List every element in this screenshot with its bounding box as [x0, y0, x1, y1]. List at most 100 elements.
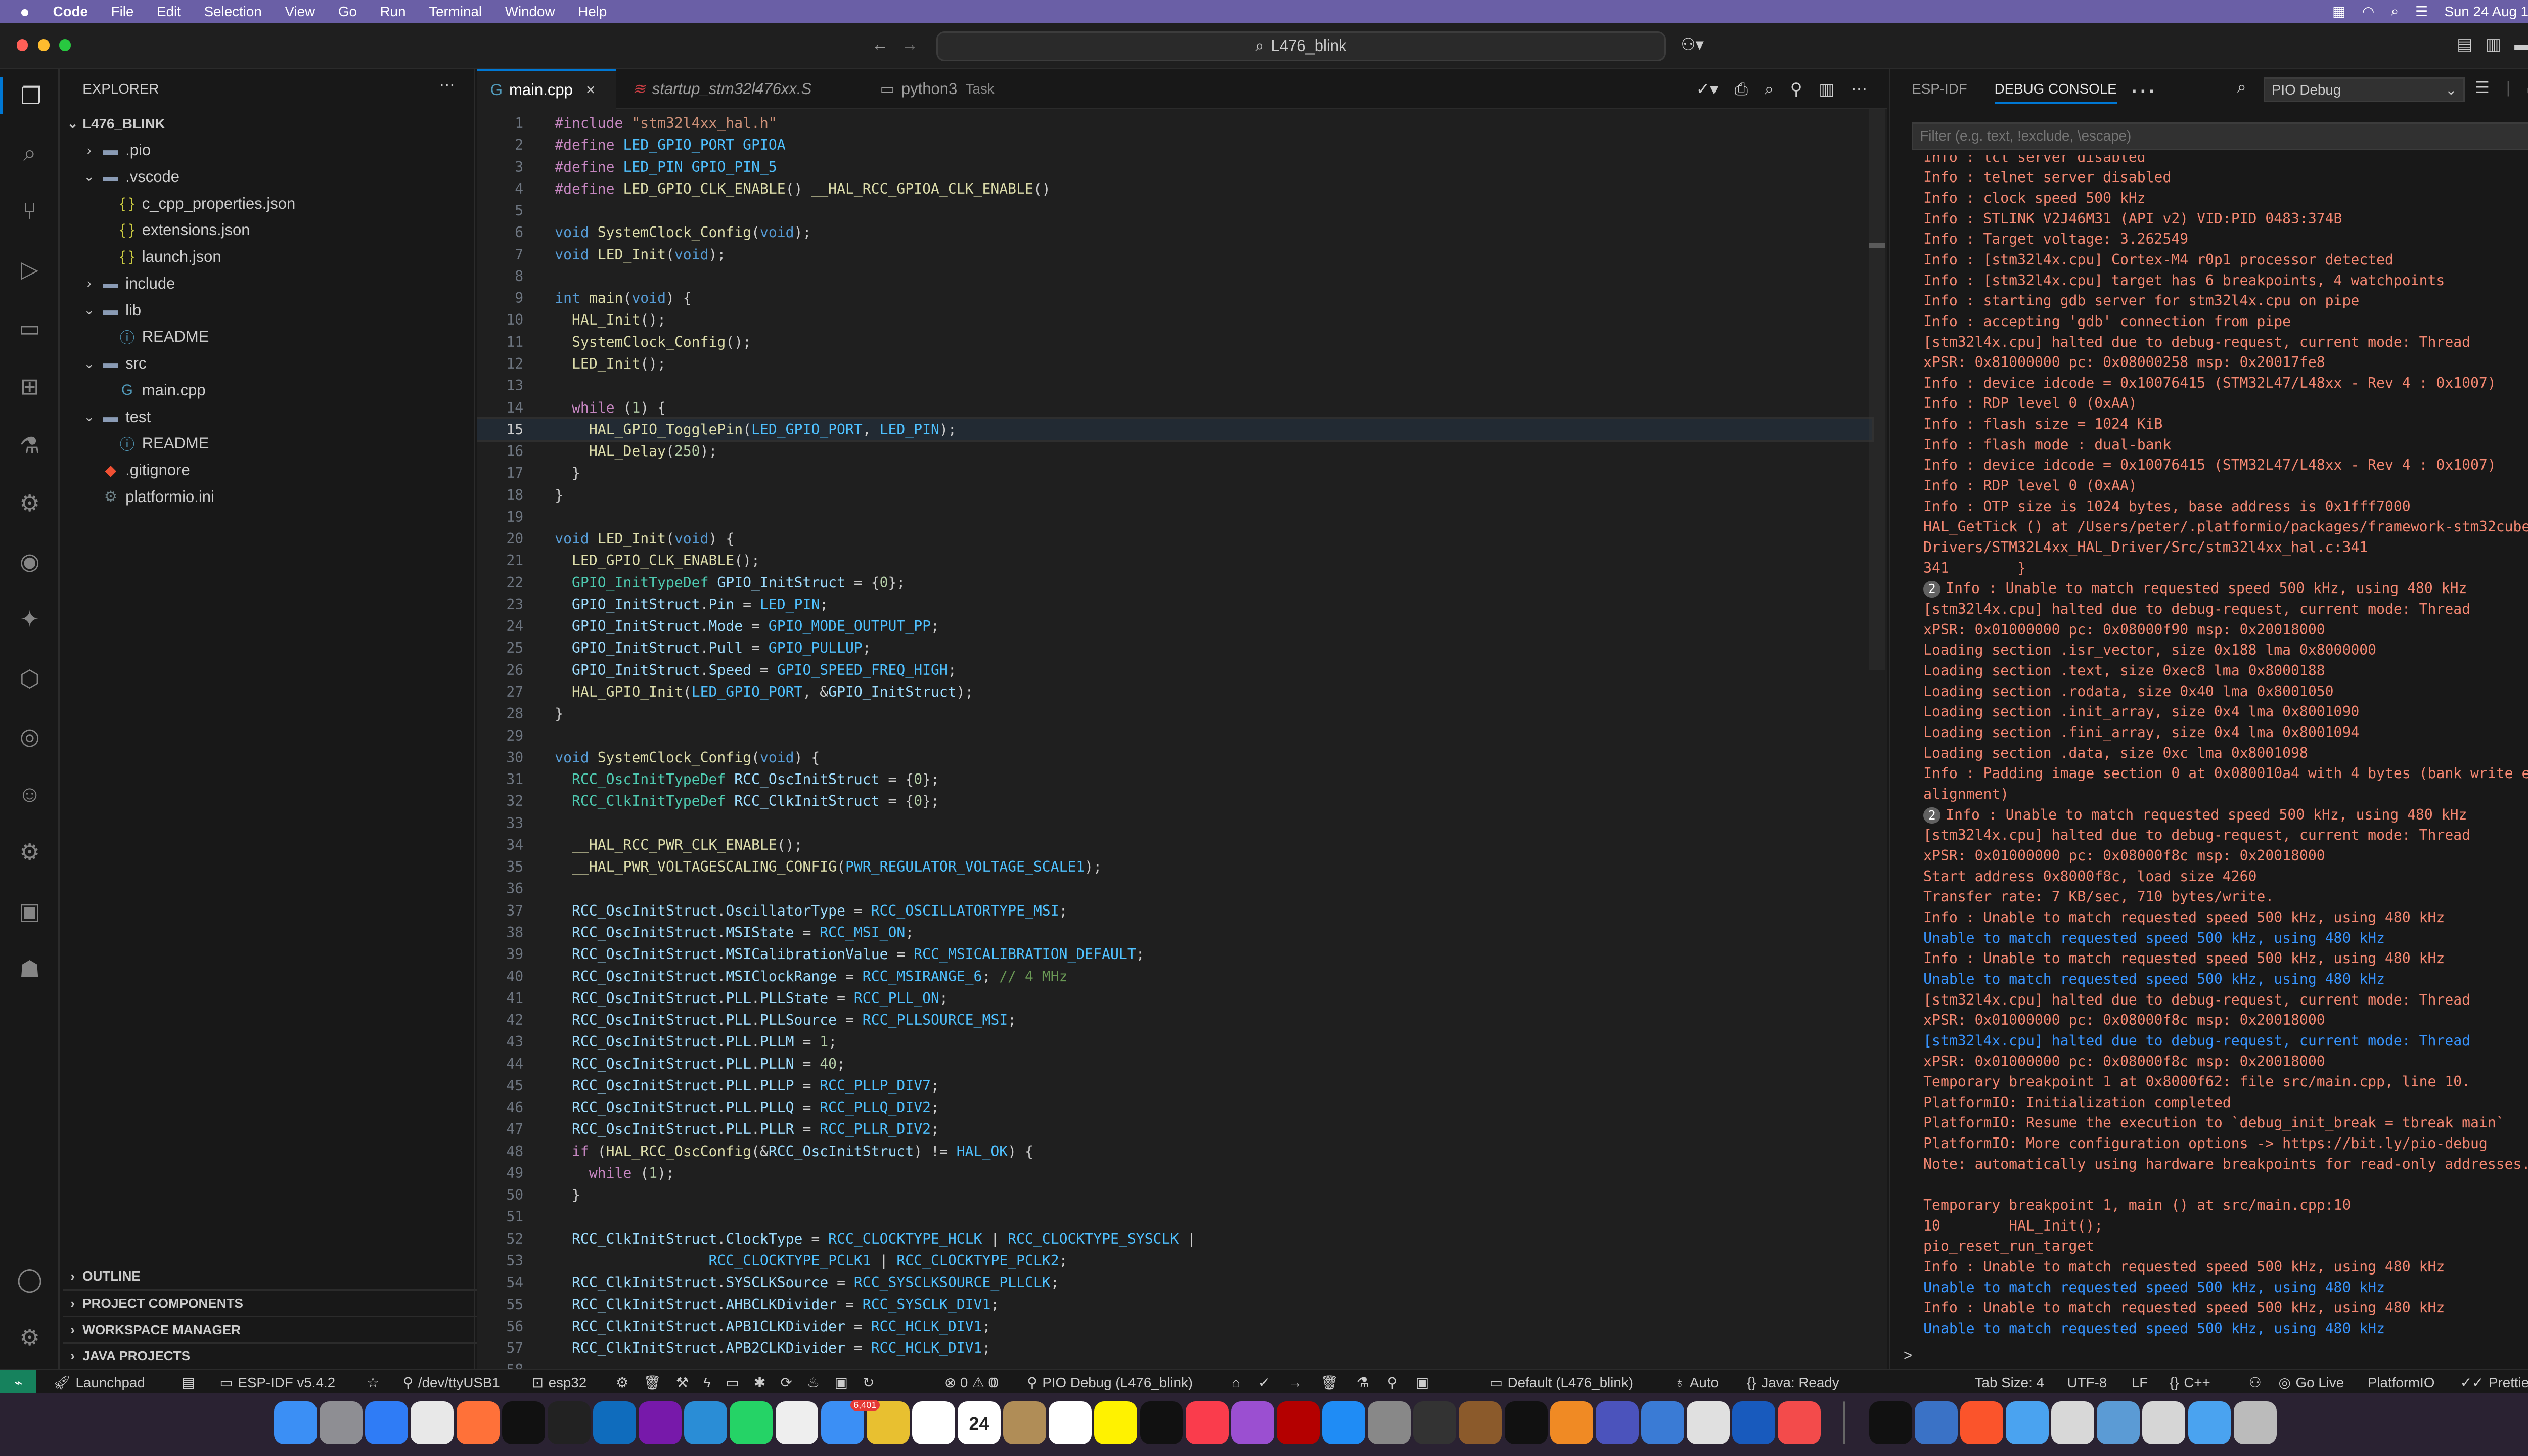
- split-editor-icon[interactable]: ▥: [1819, 79, 1834, 99]
- status-debug-config[interactable]: ⚲ PIO Debug (L476_blink): [1027, 1370, 1193, 1395]
- espressif-icon[interactable]: ✦: [12, 601, 48, 638]
- code-line[interactable]: 35 __HAL_PWR_VOLTAGESCALING_CONFIG(PWR_R…: [477, 856, 1872, 878]
- dock-chrome-icon[interactable]: [411, 1401, 454, 1445]
- command-center-search[interactable]: ⌕ L476_blink: [936, 31, 1666, 61]
- panel-tab-esp-idf[interactable]: ESP-IDF: [1912, 81, 1967, 97]
- status-auto[interactable]: ♁ Auto: [1674, 1370, 1719, 1395]
- panel-tab-debug-console[interactable]: DEBUG CONSOLE: [1994, 81, 2117, 104]
- panel-more-icon[interactable]: ⋯: [2130, 76, 2156, 106]
- tree-item[interactable]: { } launch.json: [96, 244, 221, 270]
- toggle-left-panel-icon[interactable]: ▥: [2486, 35, 2501, 54]
- code-line[interactable]: 47 RCC_OscInitStruct.PLL.PLLR = RCC_PLLR…: [477, 1118, 1872, 1140]
- toggle-sidebar-icon[interactable]: ▤: [2457, 35, 2472, 54]
- tree-item[interactable]: { } extensions.json: [96, 217, 250, 243]
- status-tasks[interactable]: ▤: [182, 1370, 195, 1395]
- tree-item[interactable]: ⌄ ▬ .vscode: [79, 164, 179, 190]
- menu-terminal[interactable]: Terminal: [429, 4, 482, 20]
- code-line[interactable]: 21 LED_GPIO_CLK_ENABLE();: [477, 550, 1872, 571]
- code-line[interactable]: 52 RCC_ClkInitStruct.ClockType = RCC_CLO…: [477, 1228, 1872, 1250]
- code-line[interactable]: 55 RCC_ClkInitStruct.AHBCLKDivider = RCC…: [477, 1294, 1872, 1315]
- close-window-button[interactable]: [16, 39, 28, 52]
- dock-firefox-icon[interactable]: [456, 1401, 500, 1445]
- copilot-icon[interactable]: ⚇▾: [1681, 35, 1704, 54]
- menu-run[interactable]: Run: [380, 4, 406, 20]
- code-line[interactable]: 37 RCC_OscInitStruct.OscillatorType = RC…: [477, 900, 1872, 922]
- status-encoding[interactable]: UTF-8: [2067, 1370, 2107, 1395]
- code-line[interactable]: 3 #define LED_PIN GPIO_PIN_5: [477, 156, 1872, 178]
- tree-item[interactable]: ⓘ README: [96, 324, 209, 350]
- code-line[interactable]: 31 RCC_OscInitTypeDef RCC_OscInitStruct …: [477, 768, 1872, 790]
- account-icon[interactable]: ◯: [12, 1261, 48, 1298]
- code-line[interactable]: 20 void LED_Init(void) {: [477, 528, 1872, 550]
- code-line[interactable]: 33: [477, 812, 1872, 834]
- code-line[interactable]: 9 int main(void) {: [477, 287, 1872, 309]
- dock-pictures-icon[interactable]: [2188, 1401, 2231, 1445]
- menu-help[interactable]: Help: [578, 4, 607, 20]
- status-go-live[interactable]: ◎ Go Live: [2279, 1370, 2344, 1395]
- dock-brown-app-icon[interactable]: [1459, 1401, 1502, 1445]
- wireless-icon[interactable]: ◎: [12, 718, 48, 755]
- dock-file-manager-icon[interactable]: [1641, 1401, 1684, 1445]
- editor-more-icon[interactable]: ⋯: [1851, 79, 1868, 99]
- section-project-components[interactable]: › PROJECT COMPONENTS: [63, 1289, 479, 1315]
- search-activity-icon[interactable]: ⌕: [12, 135, 48, 172]
- app-menu[interactable]: Code: [53, 4, 88, 20]
- code-line[interactable]: 48 if (HAL_RCC_OscConfig(&RCC_OscInitStr…: [477, 1141, 1872, 1162]
- code-line[interactable]: 36: [477, 878, 1872, 899]
- dock-activity-monitor-icon[interactable]: [1413, 1401, 1457, 1445]
- components-icon[interactable]: ⚙: [12, 834, 48, 870]
- code-line[interactable]: 8: [477, 265, 1872, 287]
- code-area[interactable]: 1 #include "stm32l4xx_hal.h" 2 #define LED_…: [477, 109, 1887, 1369]
- dock-ghost-icon[interactable]: [1504, 1401, 1548, 1445]
- platformio-icon[interactable]: ☗: [12, 951, 48, 987]
- code-line[interactable]: 11 SystemClock_Config();: [477, 331, 1872, 353]
- code-line[interactable]: 50 }: [477, 1184, 1872, 1206]
- section-outline[interactable]: › OUTLINE: [63, 1263, 141, 1289]
- tree-item[interactable]: ⓘ README: [96, 430, 209, 457]
- console-output[interactable]: Info : tcl server disabled Info : telnet …: [1890, 155, 2528, 1341]
- status-env[interactable]: ▭ Default (L476_blink): [1489, 1370, 1633, 1395]
- dock-teams-icon[interactable]: [1595, 1401, 1639, 1445]
- code-line[interactable]: 2 #define LED_GPIO_PORT GPIOA: [477, 134, 1872, 156]
- menu-selection[interactable]: Selection: [204, 4, 262, 20]
- code-line[interactable]: 7 void LED_Init(void);: [477, 244, 1872, 265]
- dock-music-icon[interactable]: [1185, 1401, 1229, 1445]
- extensions-icon[interactable]: ⊞: [12, 368, 48, 404]
- menu-edit[interactable]: Edit: [157, 4, 181, 20]
- code-line[interactable]: 30 void SystemClock_Config(void) {: [477, 747, 1872, 768]
- code-line[interactable]: 28}: [477, 703, 1872, 724]
- code-line[interactable]: 16 HAL_Delay(250);: [477, 440, 1872, 462]
- dock-python-icon[interactable]: [1914, 1401, 1958, 1445]
- dock-notes-icon[interactable]: [1094, 1401, 1138, 1445]
- section-workspace-manager[interactable]: › WORKSPACE MANAGER: [63, 1315, 479, 1342]
- code-line[interactable]: 24 GPIO_InitStruct.Mode = GPIO_MODE_OUTP…: [477, 615, 1872, 637]
- clear-console-icon[interactable]: ☰: [2475, 78, 2490, 97]
- filter-icon[interactable]: ⌕: [2237, 77, 2246, 97]
- menu-go[interactable]: Go: [338, 4, 357, 20]
- code-line[interactable]: 56 RCC_ClkInitStruct.APB1CLKDivider = RC…: [477, 1315, 1872, 1337]
- status-eol[interactable]: LF: [2132, 1370, 2148, 1395]
- code-line[interactable]: 46 RCC_OscInitStruct.PLL.PLLQ = RCC_PLLQ…: [477, 1097, 1872, 1118]
- tree-item[interactable]: Gmain.cpp: [96, 377, 206, 403]
- code-line[interactable]: 27 HAL_GPIO_Init(LED_GPIO_PORT, &GPIO_In…: [477, 681, 1872, 703]
- dock-brave-icon[interactable]: [1960, 1401, 2003, 1445]
- code-line[interactable]: 51: [477, 1206, 1872, 1227]
- code-line[interactable]: 6 void SystemClock_Config(void);: [477, 221, 1872, 243]
- code-line[interactable]: 29: [477, 725, 1872, 747]
- tree-item[interactable]: ⌄ ▬ test: [79, 403, 151, 430]
- dock-launchpad-icon[interactable]: [320, 1401, 363, 1445]
- console-input[interactable]: [1923, 1344, 2528, 1363]
- dock-finder-icon[interactable]: [274, 1401, 317, 1445]
- code-line[interactable]: 15 HAL_GPIO_TogglePin(LED_GPIO_PORT, LED…: [477, 417, 1874, 442]
- dock-appletv-icon[interactable]: [1140, 1401, 1183, 1445]
- code-line[interactable]: 44 RCC_OscInitStruct.PLL.PLLN = 40;: [477, 1053, 1872, 1075]
- code-line[interactable]: 53 RCC_CLOCKTYPE_PCLK1 | RCC_CLOCKTYPE_P…: [477, 1250, 1872, 1271]
- close-tab-icon[interactable]: ×: [586, 81, 595, 99]
- code-line[interactable]: 13: [477, 375, 1872, 396]
- status-launchpad[interactable]: 🚀︎ Launchpad: [53, 1370, 145, 1395]
- status-ports[interactable]: 0: [990, 1370, 998, 1395]
- dock-vscode-icon[interactable]: [684, 1401, 728, 1445]
- status-platformio[interactable]: PlatformIO: [2368, 1370, 2435, 1395]
- code-line[interactable]: 22 GPIO_InitTypeDef GPIO_InitStruct = {0…: [477, 572, 1872, 594]
- forward-arrow-icon[interactable]: →: [901, 35, 918, 54]
